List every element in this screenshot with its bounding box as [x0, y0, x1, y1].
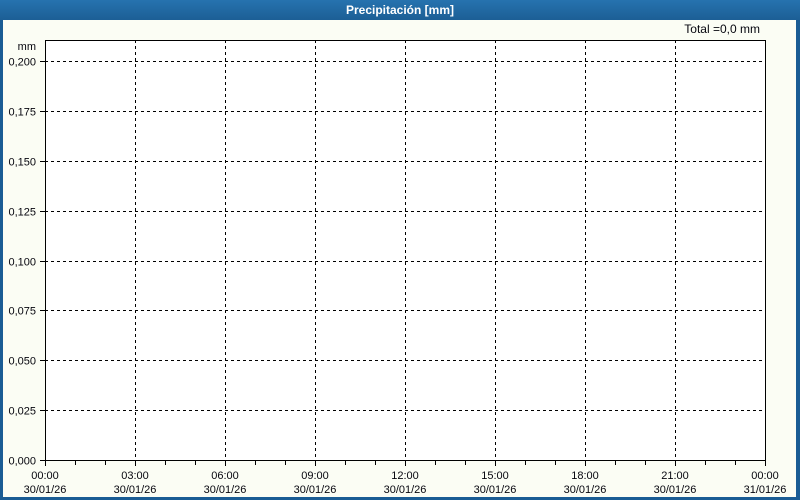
- x-tick-date: 30/01/26: [294, 484, 337, 496]
- x-tick-date: 30/01/26: [564, 484, 607, 496]
- total-label: Total =0,0 mm: [684, 22, 760, 36]
- x-tick-time: 00:00: [751, 470, 779, 482]
- x-tick-date: 30/01/26: [474, 484, 517, 496]
- chart-area[interactable]: 0,200 0,175 0,150 0,125 0,100 0,075 0,050 0,025…: [0, 0, 800, 497]
- x-tick-time: 18:00: [571, 470, 599, 482]
- y-tick-label: 0,075: [8, 306, 36, 318]
- y-tick-label: 0,200: [8, 57, 36, 69]
- x-tick-time: 09:00: [301, 470, 329, 482]
- y-tick-label: 0,100: [8, 257, 36, 269]
- y-tick-label: 0,050: [8, 356, 36, 368]
- x-tick-time: 15:00: [481, 470, 509, 482]
- x-tick-labels: 00:00 30/01/26 03:00 30/01/26 06:00 30/01/26 0…: [24, 470, 787, 496]
- y-axis-ticks: [40, 61, 45, 461]
- x-tick-time: 03:00: [121, 470, 149, 482]
- precipitation-chart[interactable]: 0,200 0,175 0,150 0,125 0,100 0,075 0,050 0,025…: [0, 0, 800, 497]
- title-bar: Precipitación [mm]: [0, 0, 800, 20]
- window-frame: 0,200 0,175 0,150 0,125 0,100 0,075 0,050 0,025…: [0, 0, 800, 500]
- x-tick-date: 30/01/26: [204, 484, 247, 496]
- x-tick-time: 12:00: [391, 470, 419, 482]
- x-tick-date: 30/01/26: [24, 484, 67, 496]
- y-tick-label: 0,125: [8, 207, 36, 219]
- x-tick-date: 30/01/26: [384, 484, 427, 496]
- x-tick-time: 00:00: [31, 470, 59, 482]
- chart-title: Precipitación [mm]: [345, 3, 455, 17]
- y-tick-label: 0,000: [8, 456, 36, 468]
- x-tick-date: 31/01/26: [744, 484, 787, 496]
- y-axis-unit-label: mm: [17, 41, 36, 53]
- x-tick-time: 06:00: [211, 470, 239, 482]
- x-tick-date: 30/01/26: [654, 484, 697, 496]
- x-tick-time: 21:00: [661, 470, 689, 482]
- y-tick-label: 0,150: [8, 157, 36, 169]
- y-tick-label: 0,175: [8, 107, 36, 119]
- y-tick-labels: 0,200 0,175 0,150 0,125 0,100 0,075 0,050 0,025…: [8, 57, 36, 468]
- y-tick-label: 0,025: [8, 406, 36, 418]
- x-axis-ticks: [45, 461, 766, 466]
- x-tick-date: 30/01/26: [114, 484, 157, 496]
